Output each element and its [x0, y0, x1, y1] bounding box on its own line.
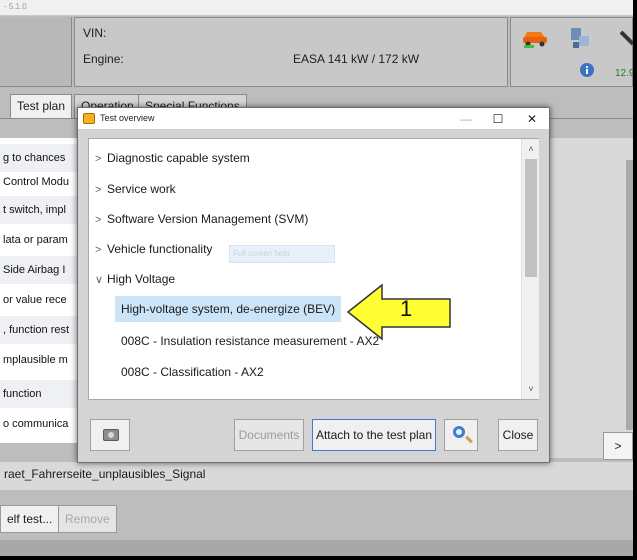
- tree-item-classification[interactable]: 008C - Classification - AX2: [121, 359, 264, 385]
- tree-item-service-work[interactable]: > Service work: [95, 176, 176, 202]
- list-item[interactable]: , function rest: [0, 316, 80, 344]
- close-button[interactable]: Close: [498, 419, 538, 451]
- scroll-up-icon[interactable]: ˄: [522, 141, 540, 157]
- vin-label: VIN:: [83, 26, 107, 40]
- selected-fault-row[interactable]: raet_Fahrerseite_unplausibles_Signal: [0, 462, 633, 490]
- annotation-number: 1: [400, 296, 413, 321]
- scroll-down-icon[interactable]: ˅: [522, 381, 540, 397]
- tree-item-label: Software Version Management (SVM): [107, 212, 309, 226]
- expand-button[interactable]: >: [603, 432, 633, 460]
- close-window-button[interactable]: ✕: [522, 110, 542, 128]
- maximize-button[interactable]: ☐: [488, 110, 508, 128]
- attach-to-test-plan-button[interactable]: Attach to the test plan: [312, 419, 436, 451]
- engine-value: EASA 141 kW / 172 kW: [293, 52, 420, 66]
- minimize-button[interactable]: —: [456, 110, 476, 128]
- chevron-down-icon[interactable]: ∨: [95, 267, 107, 293]
- header-left-panel: [0, 17, 72, 87]
- tree-item-label: 008C - Classification - AX2: [121, 365, 264, 379]
- status-panel: 12.9: [510, 17, 633, 87]
- network-computer-icon[interactable]: [569, 26, 591, 50]
- chevron-right-icon[interactable]: >: [95, 146, 107, 172]
- search-button[interactable]: [444, 419, 478, 451]
- right-panel: [548, 138, 633, 458]
- voltage-readout: 12.9: [615, 68, 633, 79]
- chevron-right-icon[interactable]: >: [95, 207, 107, 233]
- signal-text: raet_Fahrerseite_unplausibles_Signal: [4, 467, 206, 481]
- fault-list: g to chances Control Modu t switch, impl…: [0, 138, 80, 443]
- documents-button[interactable]: Documents: [234, 419, 304, 451]
- engine-label: Engine:: [83, 52, 124, 66]
- screenshot-button[interactable]: [90, 419, 130, 451]
- right-scrollbar[interactable]: [626, 160, 633, 430]
- test-overview-dialog: Test overview — ☐ ✕ > Diagnostic capable …: [77, 107, 550, 463]
- test-tree: > Diagnostic capable system > Service work…: [88, 138, 539, 400]
- list-item[interactable]: Control Modu: [0, 168, 80, 196]
- vehicle-info-panel: VIN: Engine: EASA 141 kW / 172 kW: [74, 17, 508, 87]
- tree-item-label: Service work: [107, 182, 176, 196]
- list-item[interactable]: o communica: [0, 410, 80, 438]
- info-icon[interactable]: [579, 62, 595, 78]
- tree-item-software-version-management[interactable]: > Software Version Management (SVM): [95, 206, 308, 232]
- self-test-button[interactable]: elf test...: [0, 505, 60, 533]
- window-title: - 5.1.0: [4, 2, 27, 11]
- ghost-tooltip: Full screen help: [229, 245, 335, 263]
- list-item[interactable]: lata or param: [0, 226, 80, 254]
- tab-test-plan[interactable]: Test plan: [10, 94, 73, 118]
- tree-item-label: Vehicle functionality: [107, 242, 213, 256]
- list-item[interactable]: or value rece: [0, 286, 80, 314]
- tree-item-label: 008C - Insulation resistance measurement…: [121, 334, 380, 348]
- tree-item-label: High Voltage: [107, 272, 176, 286]
- remove-button[interactable]: Remove: [58, 505, 117, 533]
- plug-icon: [619, 30, 633, 46]
- tree-item-label: High-voltage system, de-energize (BEV): [121, 302, 336, 316]
- list-item[interactable]: mplausible m: [0, 346, 80, 374]
- tree-item-diagnostic-capable-system[interactable]: > Diagnostic capable system: [95, 145, 250, 171]
- tree-item-vehicle-functionality[interactable]: > Vehicle functionality: [95, 236, 212, 262]
- list-item[interactable]: Side Airbag I: [0, 256, 80, 284]
- status-strip: [0, 540, 633, 556]
- list-item[interactable]: function: [0, 380, 80, 408]
- tree-item-insulation-resistance[interactable]: 008C - Insulation resistance measurement…: [121, 328, 379, 354]
- scroll-thumb[interactable]: [525, 159, 537, 277]
- camera-icon: [103, 429, 119, 441]
- chevron-right-icon[interactable]: >: [95, 237, 107, 263]
- list-item[interactable]: t switch, impl: [0, 196, 80, 224]
- tab-label: Test plan: [17, 99, 66, 113]
- car-battery-icon[interactable]: [521, 26, 549, 48]
- search-icon: [453, 426, 465, 438]
- tree-item-high-voltage-de-energize[interactable]: High-voltage system, de-energize (BEV): [115, 296, 342, 322]
- tree-item-high-voltage[interactable]: ∨ High Voltage: [95, 266, 175, 292]
- chevron-right-icon[interactable]: >: [95, 177, 107, 203]
- tree-item-label: Diagnostic capable system: [107, 151, 250, 165]
- dialog-title: Test overview: [100, 113, 155, 123]
- dialog-title-bar: Test overview — ☐ ✕: [78, 108, 549, 130]
- tree-scrollbar[interactable]: ˄ ˅: [521, 139, 539, 399]
- app-icon: [83, 113, 95, 124]
- title-bar: - 5.1.0: [0, 0, 633, 16]
